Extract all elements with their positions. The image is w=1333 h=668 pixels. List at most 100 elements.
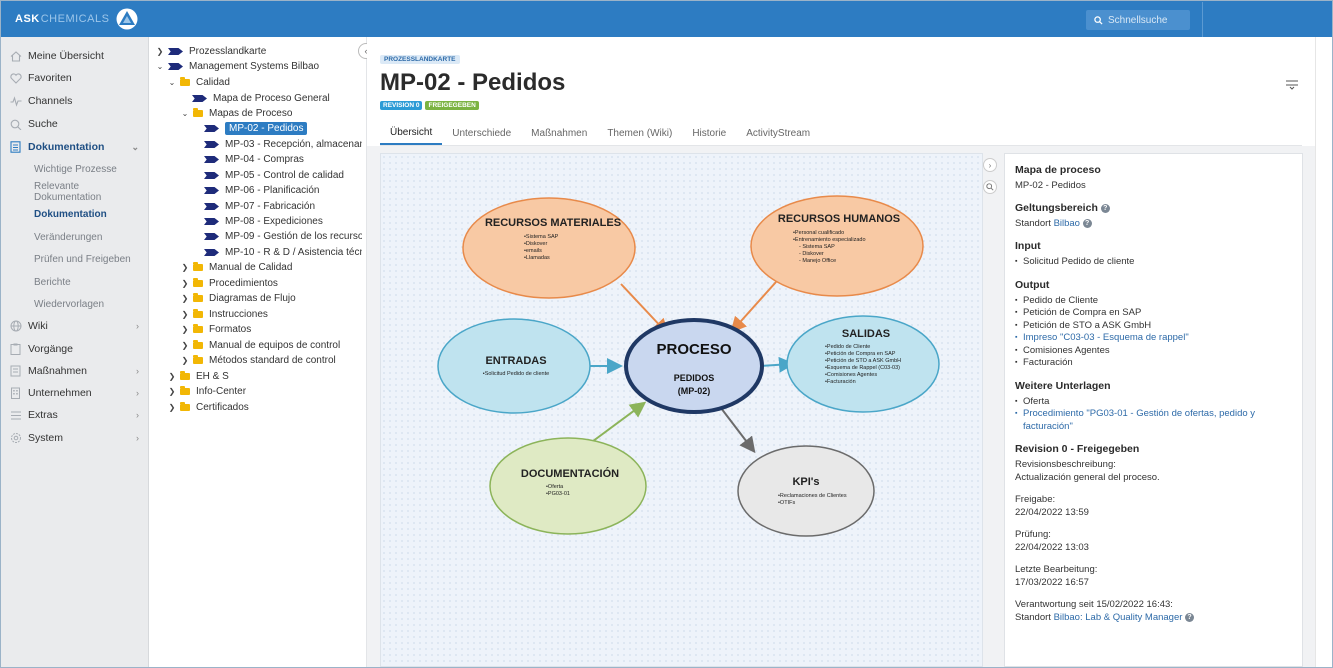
nav-sub-wiedervorlagen[interactable]: Wiedervorlagen xyxy=(1,294,149,314)
tree-item[interactable]: ❯ Manual de Calidad xyxy=(180,260,292,275)
nav-wiki[interactable]: Wiki › xyxy=(1,316,149,336)
nav-favoriten[interactable]: Favoriten xyxy=(1,68,149,88)
nav-sub-dokumentation[interactable]: Dokumentation xyxy=(1,204,149,224)
help-icon[interactable]: ? xyxy=(1100,203,1110,213)
node-documentacion[interactable] xyxy=(489,437,647,535)
nav-sub-berichte[interactable]: Berichte xyxy=(1,272,149,292)
tree-item[interactable]: ❯ EH & S xyxy=(167,369,229,384)
process-diagram[interactable]: RECURSOS MATERIALES •Sistema SAP •Diskov… xyxy=(380,153,983,667)
tab-themen-wiki[interactable]: Themen (Wiki) xyxy=(597,121,682,145)
nav-label: Dokumentation xyxy=(28,141,105,153)
nav-unternehmen[interactable]: Unternehmen › xyxy=(1,383,149,403)
nav-sub-veraenderungen[interactable]: Veränderungen xyxy=(1,227,149,247)
node-recursos-materiales[interactable] xyxy=(462,197,636,299)
zoom-button[interactable] xyxy=(983,180,997,194)
tree-item[interactable]: MP-04 - Compras xyxy=(204,152,304,167)
tree-item[interactable]: MP-10 - R & D / Asistencia técnica a xyxy=(204,245,362,260)
tab-historie[interactable]: Historie xyxy=(682,121,736,145)
weitere-item-link[interactable]: Procedimiento "PG03-01 - Gestión de ofer… xyxy=(1015,408,1292,433)
chevron-right-icon[interactable]: ❯ xyxy=(155,47,165,56)
help-icon[interactable]: ? xyxy=(1185,612,1195,622)
nav-extras[interactable]: Extras › xyxy=(1,405,149,425)
tree-item[interactable]: ❯ Formatos xyxy=(180,322,251,337)
chevron-right-icon[interactable]: ❯ xyxy=(167,387,177,396)
chevron-right-icon[interactable]: ❯ xyxy=(167,403,177,412)
nav-system[interactable]: System › xyxy=(1,428,149,448)
quick-search-placeholder: Schnellsuche xyxy=(1108,14,1168,26)
chevron-right-icon[interactable]: ❯ xyxy=(180,341,190,350)
breadcrumb[interactable]: PROZESSLANDKARTE xyxy=(380,55,460,64)
logo[interactable]: ASK CHEMICALS xyxy=(15,7,139,31)
expand-panel-button[interactable]: › xyxy=(983,158,997,172)
menu-icon[interactable] xyxy=(1285,78,1299,93)
tree-item[interactable]: ❯ Procedimientos xyxy=(180,276,278,291)
process-diagram-svg: RECURSOS MATERIALES •Sistema SAP •Diskov… xyxy=(437,195,940,537)
nav-sub-relevante-dokumentation[interactable]: Relevante Dokumentation xyxy=(1,181,149,203)
output-item-link[interactable]: Impreso "C03-03 - Esquema de rappel" xyxy=(1015,332,1292,345)
node-title: RECURSOS MATERIALES xyxy=(485,217,621,229)
tree-item[interactable]: ❯ Prozesslandkarte xyxy=(155,44,267,59)
chevron-right-icon: › xyxy=(136,388,139,398)
top-bar-user-area[interactable] xyxy=(1202,2,1332,38)
chevron-down-icon[interactable]: ⌄ xyxy=(180,109,190,118)
chevron-down-icon[interactable]: ⌄ xyxy=(167,78,177,87)
folder-icon xyxy=(193,293,203,302)
standort-link[interactable]: Bilbao xyxy=(1054,218,1080,229)
chevron-right-icon[interactable]: ❯ xyxy=(180,294,190,303)
tree-item[interactable]: ❯ Certificados xyxy=(167,400,249,415)
node-subtitle: (MP-02) xyxy=(678,386,711,396)
nav-dokumentation[interactable]: Dokumentation ⌄ xyxy=(1,137,149,157)
nav-channels[interactable]: Channels xyxy=(1,91,149,111)
nav-meine-uebersicht[interactable]: Meine Übersicht xyxy=(1,46,149,66)
tree-item[interactable]: MP-07 - Fabricación xyxy=(204,199,315,214)
tree-item[interactable]: MP-06 - Planificación xyxy=(204,183,319,198)
right-scrollbar[interactable] xyxy=(1315,37,1332,667)
tree-item-selected[interactable]: MP-02 - Pedidos xyxy=(204,121,308,136)
verantwortung-link[interactable]: Bilbao: Lab & Quality Manager xyxy=(1054,612,1183,623)
tree-item[interactable]: ❯ Manual de equipos de control xyxy=(180,338,340,353)
pruefung-value: 22/04/2022 13:03 xyxy=(1015,542,1089,553)
tree-item[interactable]: ❯ Info-Center xyxy=(167,384,246,399)
letzte-label: Letzte Bearbeitung: xyxy=(1015,564,1098,575)
tree-item-label: Mapas de Proceso xyxy=(209,108,293,119)
chevron-right-icon[interactable]: ❯ xyxy=(180,279,190,288)
tree-item[interactable]: MP-09 - Gestión de los recursos, m xyxy=(204,229,362,244)
revision-badge[interactable]: REVISION 0 xyxy=(380,101,423,110)
nav-massnahmen[interactable]: Maßnahmen › xyxy=(1,361,149,381)
content-area: RECURSOS MATERIALES •Sistema SAP •Diskov… xyxy=(367,146,1315,667)
logo-ask-text: ASK xyxy=(15,13,40,25)
chevron-right-icon[interactable]: ❯ xyxy=(167,372,177,381)
tab-unterschiede[interactable]: Unterschiede xyxy=(442,121,521,145)
chevron-right-icon[interactable]: ❯ xyxy=(180,325,190,334)
help-icon[interactable]: ? xyxy=(1082,218,1092,228)
tab-activitystream[interactable]: ActivityStream xyxy=(736,121,820,145)
node-recursos-humanos[interactable] xyxy=(750,195,924,297)
tree-item[interactable]: MP-05 - Control de calidad xyxy=(204,168,344,183)
geltungsbereich-label: Geltungsbereich xyxy=(1015,202,1098,214)
nav-vorgaenge[interactable]: Vorgänge xyxy=(1,339,149,359)
quick-search-input[interactable]: Schnellsuche xyxy=(1086,10,1190,30)
nav-sub-wichtige-prozesse[interactable]: Wichtige Prozesse xyxy=(1,159,149,179)
node-kpis[interactable] xyxy=(737,445,875,537)
tree-item[interactable]: ❯ Instrucciones xyxy=(180,307,268,322)
tree-item[interactable]: MP-03 - Recepción, almacenamient xyxy=(204,137,362,152)
folder-icon xyxy=(180,371,190,380)
node-proceso[interactable] xyxy=(624,318,764,414)
process-arrow-icon xyxy=(204,141,219,148)
tree-item[interactable]: ❯ Métodos standard de control xyxy=(180,353,336,368)
tab-massnahmen[interactable]: Maßnahmen xyxy=(521,121,597,145)
nav-suche[interactable]: Suche xyxy=(1,114,149,134)
tree-item[interactable]: Mapa de Proceso General xyxy=(192,91,330,106)
tree-item[interactable]: ⌄ Management Systems Bilbao xyxy=(155,59,319,74)
tab-uebersicht[interactable]: Übersicht xyxy=(380,121,443,145)
chevron-right-icon[interactable]: ❯ xyxy=(180,356,190,365)
tree-item[interactable]: ⌄ Calidad xyxy=(167,75,230,90)
tree-item[interactable]: MP-08 - Expediciones xyxy=(204,214,323,229)
tree-item[interactable]: ❯ Diagramas de Flujo xyxy=(180,291,296,306)
tree-item[interactable]: ⌄ Mapas de Proceso xyxy=(180,106,292,121)
nav-sub-pruefen-freigeben[interactable]: Prüfen und Freigeben xyxy=(1,249,149,269)
chevron-right-icon[interactable]: ❯ xyxy=(180,263,190,272)
chevron-right-icon[interactable]: ❯ xyxy=(180,310,190,319)
chevron-down-icon[interactable]: ⌄ xyxy=(155,62,165,71)
chevron-right-icon: › xyxy=(136,410,139,420)
